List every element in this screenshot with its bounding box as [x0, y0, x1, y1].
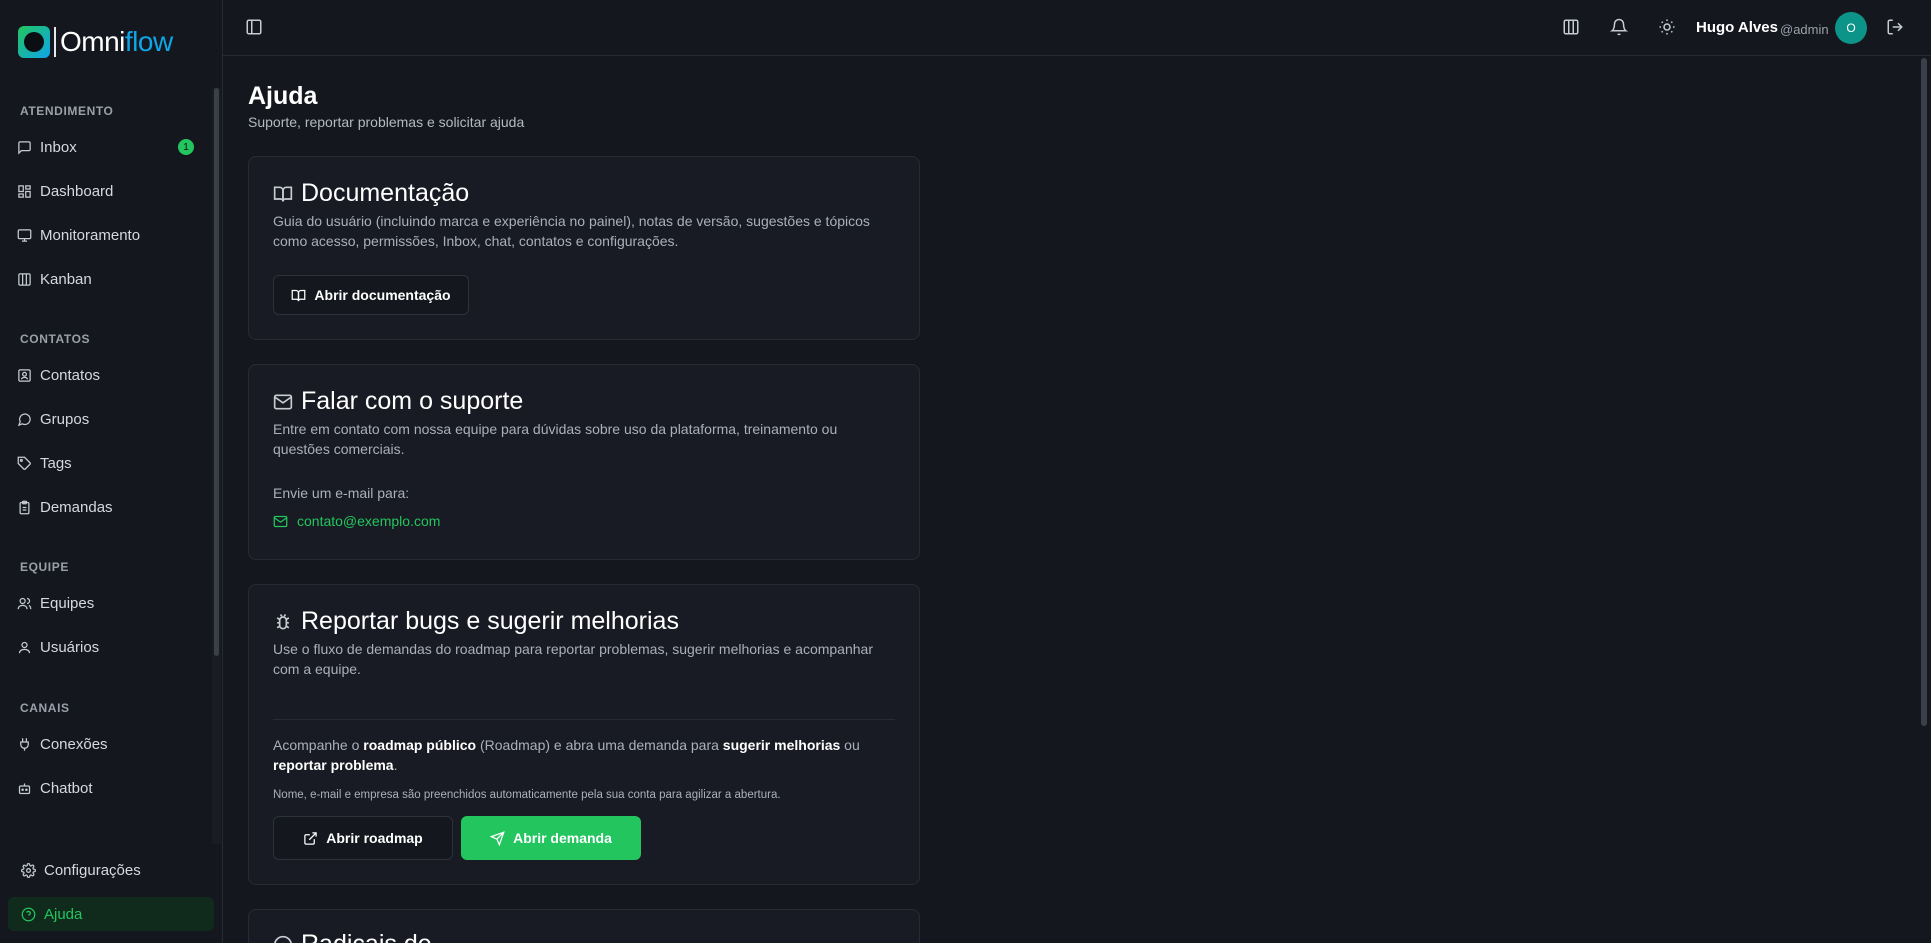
- sidebar-item-tags[interactable]: Tags: [8, 446, 214, 480]
- sidebar-item-label: Ajuda: [44, 905, 83, 923]
- sidebar-item-conexoes[interactable]: Conexões: [8, 727, 214, 761]
- sidebar-item-label: Configurações: [44, 861, 141, 879]
- next-card: Radicais de: [248, 909, 920, 943]
- sidebar-scrollbar[interactable]: [214, 88, 219, 656]
- next-card-title: Radicais de: [273, 930, 432, 943]
- section-atendimento: ATENDIMENTO: [20, 104, 114, 118]
- sun-icon[interactable]: [1658, 18, 1678, 38]
- send-icon: [490, 830, 505, 846]
- support-email-link[interactable]: contato@exemplo.com: [273, 513, 440, 529]
- help-circle-icon: [20, 906, 36, 922]
- contact-card-icon: [16, 367, 32, 383]
- topbar: Hugo Alves @admin O: [223, 0, 1931, 56]
- sidebar: Omniflow ATENDIMENTO Inbox 1 Dashboard M…: [0, 0, 223, 943]
- sidebar-item-configuracoes[interactable]: Configurações: [8, 853, 214, 887]
- monitor-icon: [16, 227, 32, 243]
- user-icon: [16, 639, 32, 655]
- message-circle-icon: [16, 411, 32, 427]
- bug-icon: [273, 612, 293, 632]
- sidebar-item-equipes[interactable]: Equipes: [8, 586, 214, 620]
- page-title: Ajuda: [248, 82, 318, 110]
- docs-card-title: Documentação: [273, 179, 469, 208]
- kanban-icon: [16, 271, 32, 287]
- sidebar-item-kanban[interactable]: Kanban: [8, 262, 214, 296]
- logout-icon[interactable]: [1886, 18, 1906, 38]
- book-open-icon: [273, 184, 293, 204]
- sidebar-item-usuarios[interactable]: Usuários: [8, 630, 214, 664]
- clipboard-icon: [16, 499, 32, 515]
- roadmap-public-link[interactable]: roadmap público: [363, 737, 476, 753]
- bot-icon: [16, 780, 32, 796]
- divider: [273, 719, 895, 720]
- layout-grid-icon: [16, 183, 32, 199]
- sidebar-item-label: Chatbot: [40, 779, 93, 797]
- open-demand-button[interactable]: Abrir demanda: [461, 816, 641, 860]
- circle-icon: [273, 935, 293, 943]
- email-label: Envie um e-mail para:: [273, 485, 410, 501]
- bell-icon[interactable]: [1609, 18, 1630, 38]
- user-handle: @admin: [1780, 22, 1829, 37]
- sidebar-item-label: Inbox: [40, 138, 77, 156]
- inbox-count-badge: 1: [178, 139, 194, 155]
- external-link-icon: [303, 831, 318, 846]
- docs-card: Documentação Guia do usuário (incluindo …: [248, 156, 920, 340]
- section-contatos: CONTATOS: [20, 332, 91, 346]
- sidebar-toggle-icon[interactable]: [245, 18, 265, 38]
- bugs-card: Reportar bugs e sugerir melhorias Use o …: [248, 584, 920, 885]
- message-square-icon: [16, 139, 32, 155]
- book-open-icon: [291, 288, 306, 303]
- support-card-title: Falar com o suporte: [273, 387, 523, 416]
- sidebar-item-inbox[interactable]: Inbox 1: [8, 130, 214, 164]
- sidebar-item-chatbot[interactable]: Chatbot: [8, 771, 214, 805]
- columns-layout-icon[interactable]: [1562, 18, 1582, 38]
- sidebar-item-label: Dashboard: [40, 182, 114, 200]
- section-equipe: EQUIPE: [20, 560, 69, 574]
- roadmap-info-text: Acompanhe o roadmap público (Roadmap) e …: [273, 737, 860, 773]
- sidebar-item-label: Demandas: [40, 498, 113, 516]
- tag-icon: [16, 455, 32, 471]
- section-canais: CANAIS: [20, 701, 70, 715]
- support-card-description: Entre em contato com nossa equipe para d…: [273, 421, 838, 457]
- open-roadmap-button[interactable]: Abrir roadmap: [273, 816, 453, 860]
- sidebar-item-grupos[interactable]: Grupos: [8, 402, 214, 436]
- mail-icon: [273, 392, 293, 412]
- brand-second: flow: [124, 26, 173, 57]
- sidebar-item-label: Monitoramento: [40, 226, 141, 244]
- sidebar-item-label: Equipes: [40, 594, 95, 612]
- brand-first: Omni: [60, 26, 125, 57]
- sidebar-item-monitoramento[interactable]: Monitoramento: [8, 218, 214, 252]
- app-logo[interactable]: Omniflow: [18, 26, 173, 58]
- logo-mark-icon: [18, 26, 50, 58]
- sidebar-item-dashboard[interactable]: Dashboard: [8, 174, 214, 208]
- sidebar-item-contatos[interactable]: Contatos: [8, 358, 214, 392]
- sidebar-item-label: Contatos: [40, 366, 101, 384]
- sidebar-item-demandas[interactable]: Demandas: [8, 490, 214, 524]
- avatar[interactable]: O: [1835, 12, 1867, 44]
- docs-card-description: Guia do usuário (incluindo marca e exper…: [273, 213, 870, 249]
- sidebar-item-label: Tags: [40, 454, 72, 472]
- sidebar-item-ajuda[interactable]: Ajuda: [8, 897, 214, 931]
- sidebar-item-label: Usuários: [40, 638, 100, 656]
- support-card: Falar com o suporte Entre em contato com…: [248, 364, 920, 560]
- gear-icon: [20, 862, 36, 878]
- bugs-card-title: Reportar bugs e sugerir melhorias: [273, 607, 679, 636]
- sidebar-item-label: Kanban: [40, 270, 92, 288]
- autofill-note: Nome, e-mail e empresa são preenchidos a…: [273, 789, 781, 801]
- plug-icon: [16, 736, 32, 752]
- page-scrollbar[interactable]: [1921, 58, 1927, 726]
- bugs-card-description: Use o fluxo de demandas do roadmap para …: [273, 641, 873, 677]
- mail-icon: [273, 514, 288, 529]
- page-subtitle: Suporte, reportar problemas e solicitar …: [248, 114, 525, 130]
- sidebar-item-label: Grupos: [40, 410, 90, 428]
- sidebar-item-label: Conexões: [40, 735, 108, 753]
- open-docs-button[interactable]: Abrir documentação: [273, 275, 469, 315]
- users-icon: [16, 595, 32, 611]
- user-name: Hugo Alves: [1696, 19, 1778, 36]
